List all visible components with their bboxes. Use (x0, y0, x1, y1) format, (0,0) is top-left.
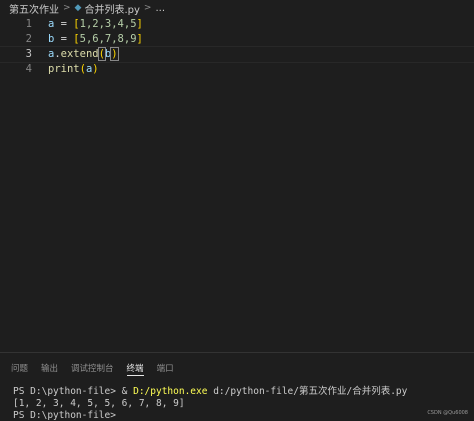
bottom-panel: 问题 输出 调试控制台 终端 端口 PS D:\python-file> & D… (0, 352, 474, 421)
code-text[interactable]: b = [5,6,7,8,9] (48, 32, 143, 47)
terminal-prompt[interactable]: PS D:\python-file> (13, 410, 407, 421)
terminal-line: [1, 2, 3, 4, 5, 5, 6, 7, 8, 9] (13, 398, 185, 409)
line-number: 1 (25, 18, 32, 30)
code-editor[interactable]: 1 a = [1,2,3,4,5] 2 b = [5,6,7,8,9] 3 a.… (0, 16, 474, 352)
tab-debug-console[interactable]: 调试控制台 (71, 362, 114, 376)
text-cursor (117, 47, 119, 61)
code-line-current[interactable]: 3 a.extend(b) (0, 46, 474, 63)
vscode-window: 第五次作业 > ◆ 合并列表.py > ... 1 a = [1,2,3,4,5… (0, 0, 474, 421)
code-text[interactable]: print(a) (48, 62, 99, 77)
watermark: CSDN @Qu6008 (427, 410, 468, 416)
code-line[interactable]: 4 print(a) (0, 62, 474, 77)
chevron-right-icon: > (63, 3, 71, 13)
code-text[interactable]: a = [1,2,3,4,5] (48, 17, 143, 32)
breadcrumb-folder[interactable]: 第五次作业 (0, 1, 59, 16)
tab-terminal[interactable]: 终端 (126, 362, 144, 376)
tab-problems[interactable]: 问题 (11, 362, 28, 376)
terminal-output[interactable]: PS D:\python-file> & D:/python.exe d:/py… (13, 386, 407, 421)
line-number: 4 (25, 63, 32, 75)
breadcrumb-file[interactable]: 合并列表.py (84, 1, 139, 16)
code-line[interactable]: 1 a = [1,2,3,4,5] (0, 17, 474, 32)
breadcrumb-more[interactable]: ... (155, 3, 165, 14)
tab-ports[interactable]: 端口 (157, 362, 174, 376)
tab-output[interactable]: 输出 (41, 362, 58, 376)
line-number: 2 (25, 33, 32, 45)
panel-tabs: 问题 输出 调试控制台 终端 端口 (0, 362, 176, 376)
code-text[interactable]: a.extend(b) (48, 47, 119, 62)
line-number: 3 (25, 48, 32, 60)
chevron-right-icon: > (143, 3, 152, 13)
python-file-icon: ◆ (74, 3, 82, 13)
terminal-line: PS D:\python-file> & D:/python.exe d:/py… (13, 386, 408, 397)
code-line[interactable]: 2 b = [5,6,7,8,9] (0, 32, 474, 47)
breadcrumb: 第五次作业 > ◆ 合并列表.py > ... (0, 0, 474, 16)
